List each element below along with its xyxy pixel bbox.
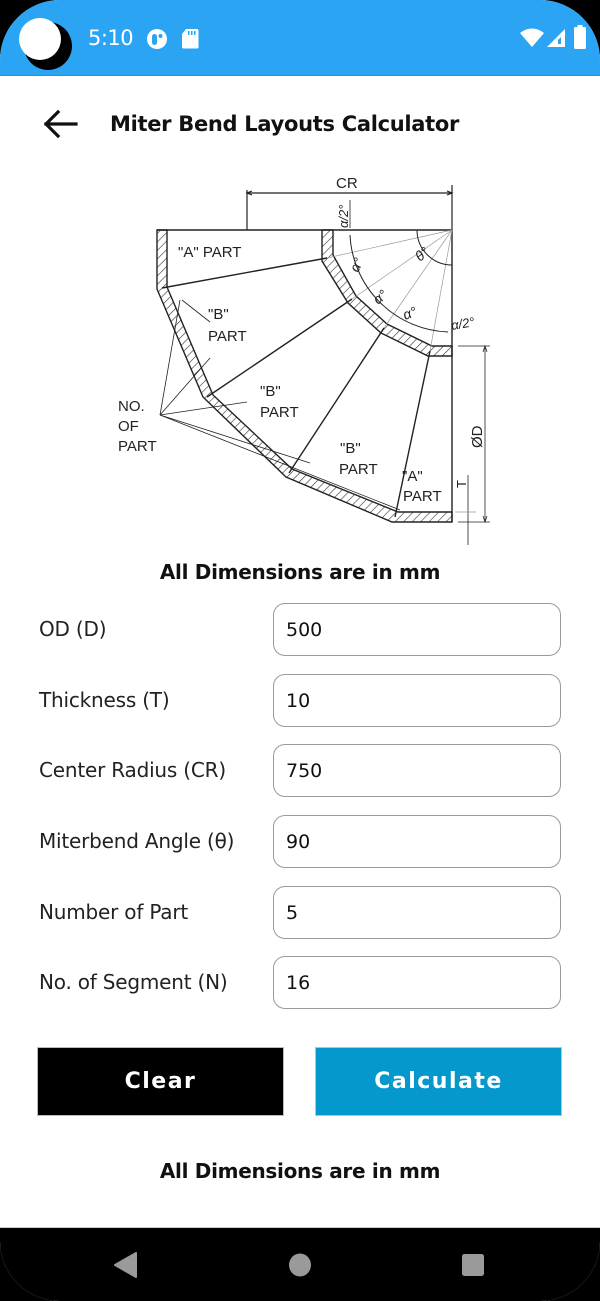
number-of-part-label: Number of Part xyxy=(39,900,189,924)
label-od: ØD xyxy=(469,425,486,448)
form-row-number-of-part: Number of Part xyxy=(0,884,600,940)
sd-card-icon xyxy=(181,28,199,49)
battery-icon xyxy=(574,25,586,49)
system-nav-bar xyxy=(0,1227,600,1301)
miter-bend-diagram: CR α/2° θ° α° α° α° α/2° "A" PART "B" PA… xyxy=(118,175,490,545)
label-a-part-bottom: PART xyxy=(403,488,442,505)
arrow-left-icon xyxy=(43,109,78,139)
joint-1 xyxy=(161,257,328,289)
label-b-part-1: PART xyxy=(208,328,247,345)
cellular-signal-icon xyxy=(546,28,566,48)
joint-3 xyxy=(288,327,385,474)
miterbend-angle-label: Miterbend Angle (θ) xyxy=(39,829,235,853)
wifi-icon xyxy=(520,28,544,48)
app-screen: 5:10 Miter Bend Layouts Calculator CR α/… xyxy=(0,0,600,1301)
od-label: OD (D) xyxy=(39,617,107,641)
form-row-thickness: Thickness (T) xyxy=(0,672,600,728)
label-b-part-3: PART xyxy=(339,461,378,478)
camera-cutout xyxy=(19,18,61,60)
segment-input[interactable] xyxy=(273,956,561,1009)
nav-back-icon[interactable] xyxy=(114,1252,138,1283)
calculate-button[interactable]: Calculate xyxy=(315,1047,562,1116)
clear-button[interactable]: Clear xyxy=(37,1047,284,1116)
label-half-alpha-top: α/2° xyxy=(336,205,351,228)
status-bar: 5:10 xyxy=(0,0,600,76)
center-radius-label: Center Radius (CR) xyxy=(39,758,226,782)
label-no-of-part-3: PART xyxy=(118,438,157,455)
page-title: Miter Bend Layouts Calculator xyxy=(110,112,460,136)
label-no-of-part-1: NO. xyxy=(118,398,145,415)
form-row-segment: No. of Segment (N) xyxy=(0,954,600,1010)
thickness-label: Thickness (T) xyxy=(39,688,170,712)
label-b-part-1-q: "B" xyxy=(208,306,229,323)
label-b-part-2-q: "B" xyxy=(260,383,281,400)
label-alpha-2: α° xyxy=(370,286,391,307)
label-t: T xyxy=(454,480,469,488)
label-half-alpha-right: α/2° xyxy=(450,314,476,333)
od-input[interactable] xyxy=(273,603,561,656)
label-no-of-part-2: OF xyxy=(118,418,139,435)
status-time: 5:10 xyxy=(88,26,134,50)
dimensions-note-top: All Dimensions are in mm xyxy=(159,560,441,584)
center-radius-input[interactable] xyxy=(273,744,561,797)
miterbend-angle-input[interactable] xyxy=(273,815,561,868)
label-cr: CR xyxy=(336,175,358,192)
dimensions-note-bottom: All Dimensions are in mm xyxy=(159,1159,441,1183)
nav-recents-icon[interactable] xyxy=(461,1253,485,1282)
label-theta: θ° xyxy=(412,243,433,264)
label-a-part-top: "A" PART xyxy=(178,244,241,261)
thickness-input[interactable] xyxy=(273,674,561,727)
label-b-part-3-q: "B" xyxy=(340,440,361,457)
form-row-miterbend-angle: Miterbend Angle (θ) xyxy=(0,813,600,869)
nav-home-icon[interactable] xyxy=(288,1253,312,1282)
label-b-part-2: PART xyxy=(260,404,299,421)
number-of-part-input[interactable] xyxy=(273,886,561,939)
segment-label: No. of Segment (N) xyxy=(39,970,228,994)
form-row-center-radius: Center Radius (CR) xyxy=(0,742,600,798)
notification-app-icon xyxy=(146,28,168,50)
label-a-part-bottom-q: "A" xyxy=(402,468,423,485)
label-alpha-1: α° xyxy=(346,255,366,274)
app-bar: Miter Bend Layouts Calculator xyxy=(0,76,600,172)
back-button[interactable] xyxy=(36,104,84,144)
form-row-od: OD (D) xyxy=(0,601,600,657)
